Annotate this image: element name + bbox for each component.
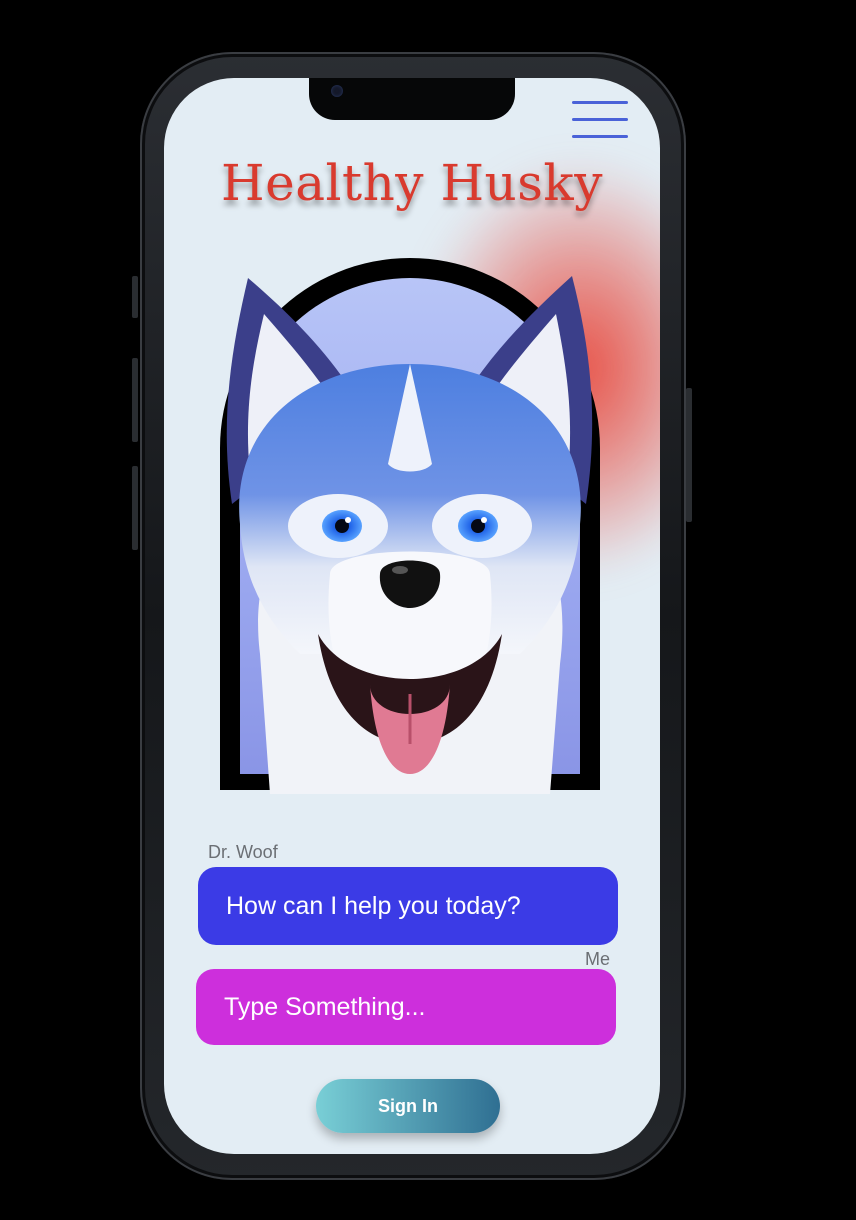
silent-switch — [132, 276, 138, 318]
message-input[interactable]: Type Something... — [196, 969, 616, 1045]
user-sender-label: Me — [585, 949, 611, 969]
power-button — [686, 388, 692, 522]
bot-sender-label: Dr. Woof — [208, 842, 278, 862]
message-input-placeholder: Type Something... — [224, 992, 426, 1021]
app-title: Healthy Husky — [221, 154, 603, 212]
hamburger-menu-icon[interactable] — [570, 98, 630, 142]
sign-in-label: Sign In — [378, 1095, 438, 1116]
volume-down-button — [132, 466, 138, 550]
sign-in-button[interactable]: Sign In — [316, 1079, 500, 1133]
husky-image — [226, 276, 593, 794]
app-screen: Healthy Husky Dr. Woof How can I help yo… — [164, 78, 660, 1154]
bot-message-text: How can I help you today? — [226, 891, 521, 920]
bot-message-bubble: How can I help you today? — [198, 867, 618, 945]
camera-icon — [331, 85, 343, 97]
notch — [309, 78, 515, 120]
volume-up-button — [132, 358, 138, 442]
